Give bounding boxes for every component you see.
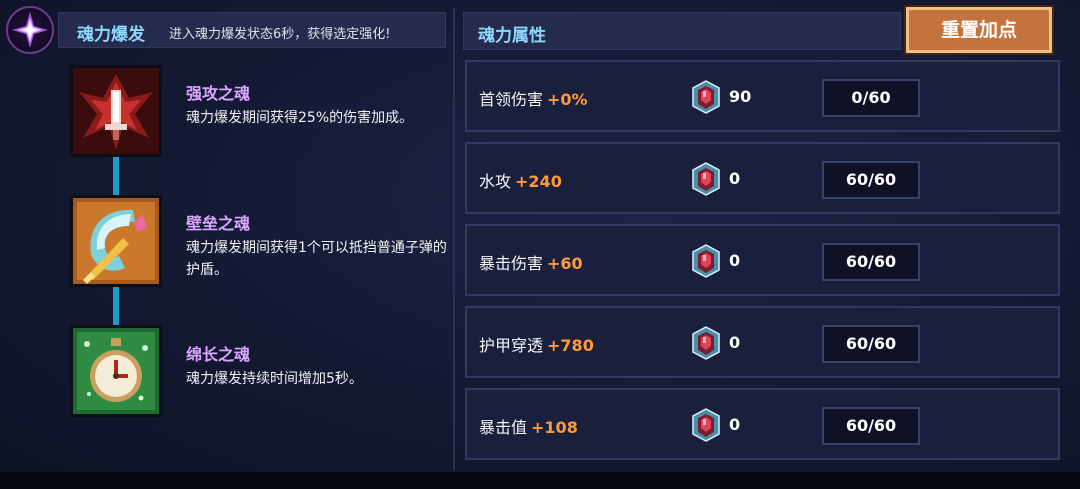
- attribute-bonus: +240: [515, 172, 562, 191]
- attribute-bonus: +0%: [547, 90, 588, 109]
- soul-name-strike: 强攻之魂: [186, 84, 251, 103]
- soul-burst-title: 魂力爆发: [77, 25, 145, 45]
- soul-burst-header: 魂力爆发 进入魂力爆发状态6秒，获得选定强化!: [58, 12, 446, 48]
- soul-description-endurance: 魂力爆发持续时间增加5秒。: [186, 371, 363, 387]
- soul-burst-description: 进入魂力爆发状态6秒，获得选定强化!: [169, 27, 391, 42]
- soul-attributes-title: 魂力属性: [478, 26, 546, 46]
- panel-divider: [453, 8, 455, 470]
- allocated-points-box[interactable]: 60/60: [822, 161, 920, 199]
- attribute-label: 首领伤害 +0%: [479, 86, 588, 110]
- gem-count: 0: [729, 333, 741, 352]
- soul-gem-icon: [692, 162, 720, 196]
- soul-card-bulwark[interactable]: [70, 195, 162, 287]
- soul-name-bulwark: 壁垒之魂: [186, 214, 251, 233]
- attribute-name: 暴击值: [479, 418, 528, 437]
- attribute-label: 暴击伤害 +60: [479, 250, 583, 274]
- soul-card-endurance[interactable]: [70, 325, 162, 417]
- attribute-bonus: +108: [531, 418, 578, 437]
- reset-points-button[interactable]: 重置加点: [906, 7, 1052, 53]
- attribute-row-crit-value: 暴击值 +108 0 60/60: [465, 388, 1060, 460]
- allocated-points-box[interactable]: 0/60: [822, 79, 920, 117]
- attribute-row-boss-damage: 首领伤害 +0% 90 0/60: [465, 60, 1060, 132]
- attribute-name: 护甲穿透: [479, 336, 544, 355]
- gem-count: 0: [729, 251, 741, 270]
- attribute-row-armor-penetration: 护甲穿透 +780 0 60/60: [465, 306, 1060, 378]
- soul-burst-emblem-icon: [6, 6, 54, 54]
- soul-gem-icon: [692, 244, 720, 278]
- soul-gem-icon: [692, 326, 720, 360]
- soul-gem-icon: [692, 408, 720, 442]
- attribute-label: 护甲穿透 +780: [479, 332, 594, 356]
- soul-attributes-header: 魂力属性: [463, 12, 901, 50]
- attribute-row-crit-damage: 暴击伤害 +60 0 60/60: [465, 224, 1060, 296]
- gem-count: 90: [729, 87, 752, 106]
- bottom-bar: [0, 472, 1080, 489]
- soul-connector: [113, 157, 119, 195]
- soul-card-strike[interactable]: [70, 65, 162, 157]
- allocated-points-box[interactable]: 60/60: [822, 407, 920, 445]
- allocated-points-box[interactable]: 60/60: [822, 325, 920, 363]
- attribute-name: 首领伤害: [479, 90, 544, 109]
- attribute-name: 暴击伤害: [479, 254, 544, 273]
- stopwatch-icon: [73, 328, 159, 414]
- attribute-bonus: +60: [547, 254, 583, 273]
- attribute-row-water-attack: 水攻 +240 0 60/60: [465, 142, 1060, 214]
- soul-description-bulwark: 魂力爆发期间获得1个可以抵挡普通子弹的护盾。: [186, 240, 447, 278]
- red-claw-dagger-icon: [73, 68, 159, 154]
- soul-name-endurance: 绵长之魂: [186, 345, 251, 364]
- soul-gem-icon: [692, 80, 720, 114]
- soul-connector: [113, 287, 119, 325]
- attribute-name: 水攻: [479, 172, 512, 191]
- soul-description-strike: 魂力爆发期间获得25%的伤害加成。: [186, 110, 414, 126]
- attribute-label: 暴击值 +108: [479, 414, 578, 438]
- shield-icon: [73, 198, 159, 284]
- gem-count: 0: [729, 169, 741, 188]
- attribute-label: 水攻 +240: [479, 168, 562, 192]
- allocated-points-box[interactable]: 60/60: [822, 243, 920, 281]
- gem-count: 0: [729, 415, 741, 434]
- attribute-bonus: +780: [547, 336, 594, 355]
